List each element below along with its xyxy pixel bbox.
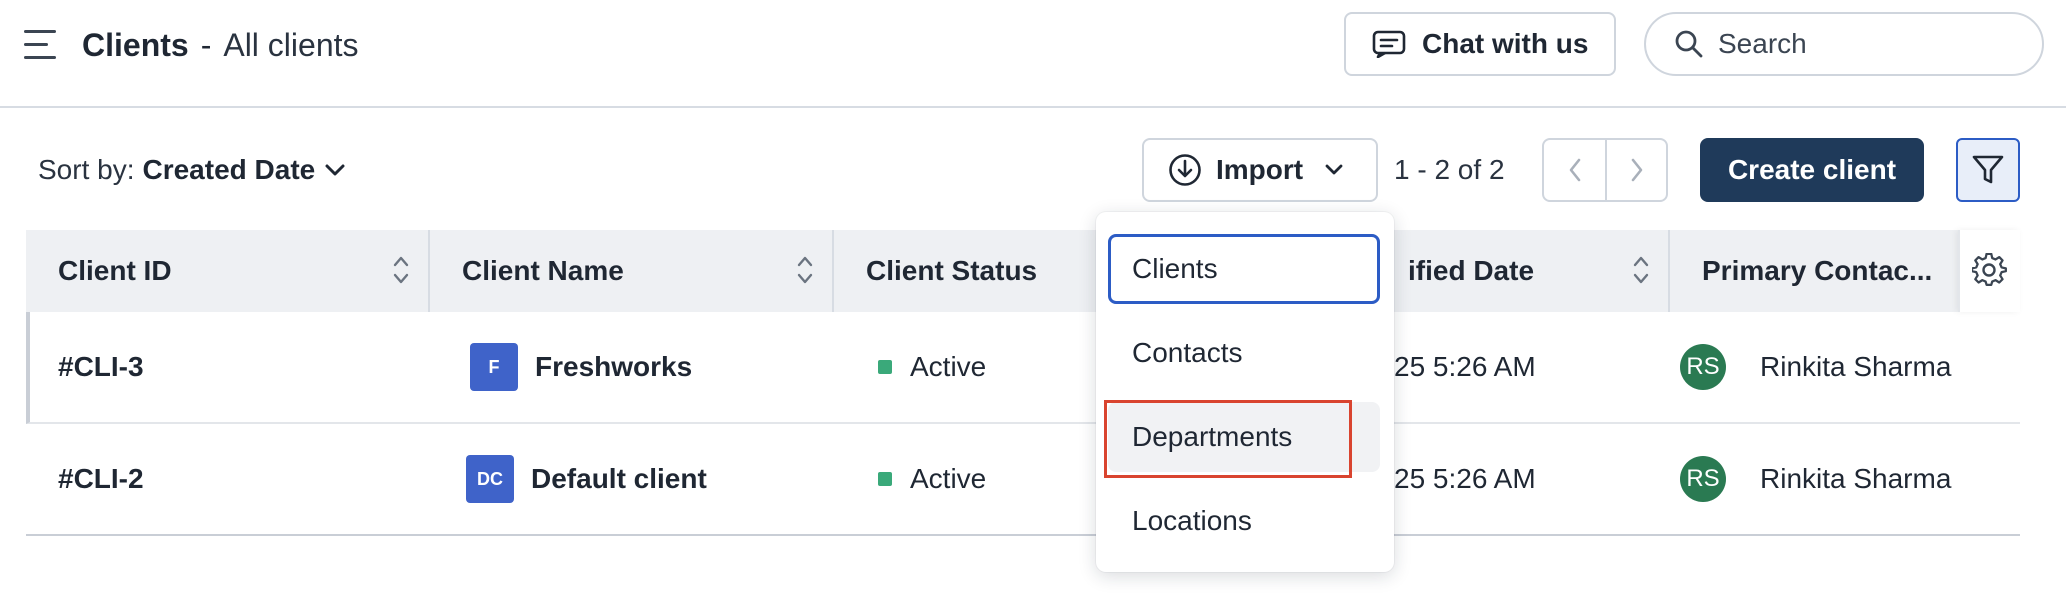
client-id-cell[interactable]: #CLI-2 — [58, 424, 144, 534]
import-button[interactable]: Import — [1142, 138, 1378, 202]
import-label: Import — [1216, 154, 1304, 185]
primary-contact-name[interactable]: Rinkita Sharma — [1760, 463, 1951, 495]
primary-contact-cell: RS Rinkita Sharma — [1680, 424, 1951, 534]
sort-by-value: Created Date — [142, 154, 316, 185]
hamburger-menu-icon[interactable] — [24, 30, 60, 60]
next-page-button[interactable] — [1605, 140, 1666, 200]
modified-date-cell: 25 5:26 AM — [1394, 351, 1536, 382]
import-dropdown-menu: Clients Contacts Departments Locations — [1096, 212, 1394, 572]
table-row[interactable]: #CLI-3 F Freshworks Active 25 5:26 AM RS… — [26, 312, 2020, 424]
sort-by-label: Sort by: — [38, 154, 135, 185]
sort-arrows-icon[interactable] — [796, 252, 814, 288]
client-name-cell[interactable]: DC Default client — [466, 424, 707, 534]
chevron-right-icon — [1631, 158, 1642, 182]
client-logo: DC — [466, 455, 514, 503]
chevron-left-icon — [1569, 158, 1580, 182]
client-id-cell[interactable]: #CLI-3 — [58, 312, 144, 422]
import-menu-item-locations[interactable]: Locations — [1108, 486, 1380, 556]
primary-contact-name[interactable]: Rinkita Sharma — [1760, 351, 1951, 383]
previous-page-button[interactable] — [1544, 140, 1605, 200]
column-header-label: Client Status — [866, 255, 1038, 286]
download-circle-icon — [1169, 154, 1201, 186]
client-logo: F — [470, 343, 518, 391]
search-box[interactable] — [1644, 12, 2044, 76]
column-header-primary-contact[interactable]: Primary Contac... — [1670, 230, 1958, 312]
page-title-separator: - — [200, 27, 212, 63]
column-header-label: Client ID — [58, 255, 172, 286]
status-indicator — [878, 360, 892, 374]
column-header-label: ified Date — [1408, 255, 1535, 286]
pagination-controls — [1542, 138, 1668, 202]
filter-button[interactable] — [1956, 138, 2020, 202]
client-status: Active — [910, 463, 987, 494]
chat-icon — [1372, 30, 1406, 58]
client-name-cell[interactable]: F Freshworks — [470, 312, 692, 422]
create-client-button[interactable]: Create client — [1700, 138, 1924, 202]
client-name[interactable]: Freshworks — [535, 351, 692, 383]
table-header: Client ID Client Name Client Status ifie… — [26, 230, 2020, 312]
column-header-client-name[interactable]: Client Name — [430, 230, 834, 312]
status-indicator — [878, 472, 892, 486]
sort-arrows-icon[interactable] — [392, 252, 410, 288]
chevron-down-icon — [325, 164, 345, 176]
avatar: RS — [1680, 456, 1726, 502]
column-header-label: Client Name — [462, 255, 624, 286]
column-settings-button[interactable] — [1958, 230, 2020, 312]
column-header-client-id[interactable]: Client ID — [26, 230, 430, 312]
chevron-down-icon — [1325, 164, 1343, 175]
pagination-count: 1 - 2 of 2 — [1394, 154, 1505, 185]
client-name[interactable]: Default client — [531, 463, 707, 495]
page-title: Clients - All clients — [82, 24, 359, 66]
import-menu-item-clients[interactable]: Clients — [1108, 234, 1380, 304]
primary-contact-cell: RS Rinkita Sharma — [1680, 312, 1951, 422]
avatar: RS — [1680, 344, 1726, 390]
client-status-cell: Active — [878, 312, 986, 422]
gear-icon — [1972, 253, 2007, 286]
import-menu-item-contacts[interactable]: Contacts — [1108, 318, 1380, 388]
filter-icon — [1972, 155, 2004, 184]
sort-by-dropdown[interactable]: Sort by: Created Date — [38, 152, 345, 188]
chat-with-us-button[interactable]: Chat with us — [1344, 12, 1616, 76]
page-title-main: Clients — [82, 27, 189, 63]
client-status: Active — [910, 351, 987, 382]
top-header: Clients - All clients Chat with us — [0, 0, 2066, 108]
search-icon — [1675, 30, 1703, 58]
table-row[interactable]: #CLI-2 DC Default client Active 25 5:26 … — [26, 424, 2020, 536]
sort-arrows-icon[interactable] — [1632, 252, 1650, 288]
clients-table: Client ID Client Name Client Status ifie… — [26, 230, 2020, 536]
column-header-label: Primary Contac... — [1702, 255, 1933, 286]
import-menu-item-departments[interactable]: Departments — [1108, 402, 1380, 472]
search-input[interactable] — [1718, 28, 2018, 60]
modified-date-cell: 25 5:26 AM — [1394, 463, 1536, 494]
page-title-view[interactable]: All clients — [223, 27, 358, 63]
chat-with-us-label: Chat with us — [1422, 28, 1589, 59]
client-status-cell: Active — [878, 424, 986, 534]
